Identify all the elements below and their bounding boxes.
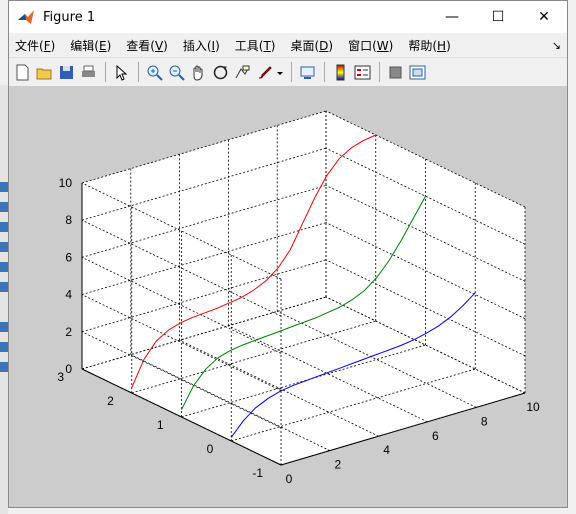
menu-help[interactable]: 帮助(H)	[408, 37, 450, 54]
title-bar[interactable]: Figure 1 — ☐ ✕	[9, 1, 567, 33]
menu-view[interactable]: 查看(V)	[126, 37, 168, 54]
open-file-icon[interactable]	[34, 62, 54, 82]
minimize-icon: —	[445, 9, 459, 25]
toolbar-separator	[291, 62, 292, 82]
x-tick-label: 6	[432, 429, 439, 443]
x-tick-label: 4	[383, 443, 390, 457]
x-tick-label: 0	[286, 472, 293, 486]
pan-icon[interactable]	[188, 62, 208, 82]
print-icon[interactable]	[78, 62, 98, 82]
close-button[interactable]: ✕	[521, 1, 567, 33]
window-title: Figure 1	[43, 9, 96, 25]
x-tick-label: 2	[334, 458, 341, 472]
y-tick-label: -1	[252, 466, 263, 480]
data-cursor-icon[interactable]	[232, 62, 252, 82]
toolbar-separator	[105, 62, 106, 82]
background-app-edge-left	[0, 85, 8, 514]
matlab-logo-icon	[18, 10, 34, 24]
menu-edit[interactable]: 编辑(E)	[70, 37, 111, 54]
toolbar-separator	[324, 62, 325, 82]
z-tick-label: 2	[65, 325, 72, 339]
x-tick-label: 10	[526, 400, 540, 414]
menu-window[interactable]: 窗口(W)	[348, 37, 393, 54]
hide-plot-tools-icon[interactable]	[385, 62, 405, 82]
z-tick-label: 6	[65, 250, 72, 264]
show-plot-tools-icon[interactable]	[407, 62, 427, 82]
menu-bar: 文件(F) 编辑(E) 查看(V) 插入(I) 工具(T) 桌面(D) 窗口(W…	[9, 33, 567, 57]
menu-file[interactable]: 文件(F)	[15, 37, 55, 54]
z-tick-label: 10	[59, 176, 73, 190]
link-plot-icon[interactable]	[297, 62, 317, 82]
figure-canvas[interactable]: 0 2 4 6 8 10 -1 0 1 2 3 0 2 4 6 8 10	[9, 86, 567, 507]
save-icon[interactable]	[56, 62, 76, 82]
zoom-in-icon[interactable]	[144, 62, 164, 82]
rotate-3d-icon[interactable]	[210, 62, 230, 82]
y-tick-label: 3	[57, 370, 64, 384]
menu-tools[interactable]: 工具(T)	[235, 37, 276, 54]
toolbar-separator	[379, 62, 380, 82]
close-icon: ✕	[538, 9, 550, 25]
figure-window: Figure 1 — ☐ ✕ 文件(F) 编辑(E) 查看(V) 插入(I) 工…	[8, 0, 568, 508]
z-tick-label: 8	[65, 213, 72, 227]
z-tick-label: 4	[65, 288, 72, 302]
brush-dropdown-icon[interactable]	[276, 62, 284, 82]
dock-arrow-icon[interactable]: ↘	[552, 39, 561, 52]
plot-3d-axes[interactable]: 0246810-101230246810	[9, 86, 567, 507]
minimize-button[interactable]: —	[429, 1, 475, 33]
brush-icon[interactable]	[254, 62, 274, 82]
new-figure-icon[interactable]	[12, 62, 32, 82]
colorbar-icon[interactable]	[330, 62, 350, 82]
background-app-edge-right	[567, 85, 576, 514]
y-tick-label: 2	[107, 394, 114, 408]
z-tick-label: 0	[65, 362, 72, 376]
zoom-out-icon[interactable]	[166, 62, 186, 82]
maximize-button[interactable]: ☐	[475, 1, 521, 33]
maximize-icon: ☐	[491, 9, 505, 25]
legend-icon[interactable]	[352, 62, 372, 82]
edit-plot-icon[interactable]	[111, 62, 131, 82]
toolbar-separator	[138, 62, 139, 82]
menu-insert[interactable]: 插入(I)	[183, 37, 220, 54]
y-tick-label: 1	[157, 418, 164, 432]
y-tick-label: 0	[207, 442, 214, 456]
figure-toolbar	[9, 57, 567, 87]
x-tick-label: 8	[481, 414, 488, 428]
menu-desktop[interactable]: 桌面(D)	[290, 37, 333, 54]
